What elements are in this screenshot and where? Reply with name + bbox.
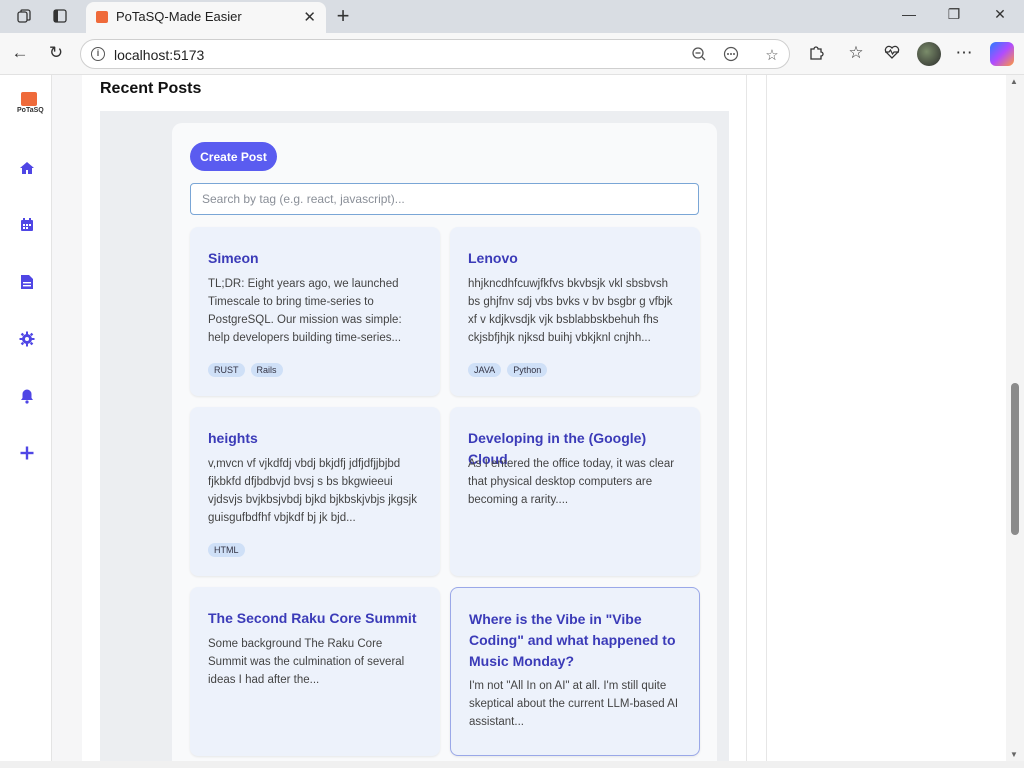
close-window-icon[interactable]: ✕ [990,6,1010,23]
browser-toolbar: ← ↻ i localhost:5173 ☆ ☆ ⋯ [0,33,1024,75]
left-gutter [52,75,82,768]
post-card[interactable]: The Second Raku Core Summit Some backgro… [190,587,440,756]
page-title: Recent Posts [100,80,202,97]
tag-badge[interactable]: RUST [208,363,245,377]
vertical-tabs-icon[interactable] [52,8,68,24]
post-excerpt: As I entered the office today, it was cl… [468,458,675,506]
post-card[interactable]: Developing in the (Google) Cloud As I en… [450,407,700,576]
post-card[interactable]: Where is the Vibe in "Vibe Coding" and w… [450,587,700,756]
scrollbar-thumb[interactable] [1011,383,1019,535]
url-text: localhost:5173 [114,47,205,63]
tag-badge[interactable]: JAVA [468,363,502,377]
settings-icon[interactable] [16,328,38,350]
post-excerpt: v,mvcn vf vjkdfdj vbdj bkjdfj jdfjdfjjbj… [208,458,417,524]
post-title[interactable]: Simeon [208,248,428,269]
workspaces-icon[interactable] [16,8,32,24]
scroll-up-icon[interactable]: ▲ [1010,77,1018,86]
tag-search-input[interactable] [190,183,699,215]
minimize-icon[interactable]: — [899,6,919,22]
post-title[interactable]: heights [208,428,428,449]
tag-badge[interactable]: HTML [208,543,245,557]
post-tags: RUST Rails [208,363,283,377]
close-tab-icon[interactable]: ✕ [303,8,316,26]
right-panel [766,75,1006,768]
copilot-icon[interactable] [990,42,1014,66]
site-info-icon[interactable]: i [91,47,105,61]
active-tab[interactable]: PoTaSQ-Made Easier ✕ [86,2,326,33]
tag-badge[interactable]: Python [507,363,548,377]
site-favicon [96,11,108,23]
home-icon[interactable] [16,157,38,179]
app-sidebar: PoTaSQ [0,75,52,768]
favorite-star-icon[interactable]: ☆ [763,46,781,64]
post-excerpt: TL;DR: Eight years ago, we launched Time… [208,278,402,344]
address-bar[interactable]: i localhost:5173 ☆ [80,39,790,69]
new-tab-icon[interactable]: + [333,3,353,29]
zoom-out-icon[interactable] [690,46,708,66]
reload-icon[interactable]: ↻ [46,43,66,63]
calendar-icon[interactable] [16,214,38,236]
browser-health-icon[interactable] [882,43,902,63]
post-title[interactable]: Lenovo [468,248,688,269]
scroll-down-icon[interactable]: ▼ [1010,750,1018,759]
tab-title: PoTaSQ-Made Easier [116,9,242,24]
bell-icon[interactable] [16,385,38,407]
browser-tab-strip: PoTaSQ-Made Easier ✕ + — ❐ ✕ [0,0,1024,33]
favorites-icon[interactable]: ☆ [846,43,866,63]
logo-mark [21,92,37,106]
more-icon[interactable]: ⋯ [954,43,974,63]
plus-icon[interactable] [16,442,38,464]
profile-avatar[interactable] [917,42,941,66]
vertical-scrollbar[interactable]: ▲ ▼ [1006,75,1024,761]
posts-background: Create Post Simeon TL;DR: Eight years ag… [100,111,729,768]
post-card[interactable]: Simeon TL;DR: Eight years ago, we launch… [190,227,440,396]
post-title[interactable]: The Second Raku Core Summit [208,608,428,629]
tag-badge[interactable]: Rails [250,363,283,377]
main-content: Recent Posts Create Post Simeon TL;DR: E… [82,75,747,768]
post-excerpt: Some background The Raku Core Summit was… [208,638,405,686]
create-post-button[interactable]: Create Post [190,142,277,171]
post-card[interactable]: Lenovo hhjkncdhfcuwjfkfvs bkvbsjk vkl sb… [450,227,700,396]
document-icon[interactable] [16,271,38,293]
read-aloud-icon[interactable] [722,46,740,66]
post-card[interactable]: heights v,mvcn vf vjkdfdj vbdj bkjdfj jd… [190,407,440,576]
app-logo[interactable]: PoTaSQ [17,92,44,118]
logo-text: PoTaSQ [17,107,44,114]
post-tags: HTML [208,543,245,557]
post-tags: JAVA Python [468,363,548,377]
post-excerpt: I'm not "All In on AI" at all. I'm still… [469,680,679,728]
post-title[interactable]: Where is the Vibe in "Vibe Coding" and w… [469,609,689,672]
extensions-icon[interactable] [806,43,826,63]
back-icon[interactable]: ← [10,43,30,63]
posts-panel: Create Post Simeon TL;DR: Eight years ag… [172,123,717,768]
horizontal-scrollbar[interactable] [0,761,1024,768]
post-excerpt: hhjkncdhfcuwjfkfvs bkvbsjk vkl sbsbvsh b… [468,278,673,344]
restore-icon[interactable]: ❐ [944,6,964,23]
